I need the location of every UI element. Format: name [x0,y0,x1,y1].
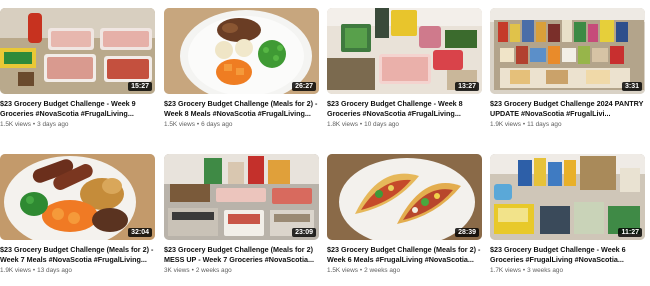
video-thumbnail[interactable]: 11:27 [490,154,645,240]
view-count: 3K views [164,267,190,274]
upload-age: 3 weeks ago [527,267,564,274]
view-count: 1.7K views [490,267,521,274]
view-count: 1.5K views [164,121,195,128]
upload-age: 2 weeks ago [195,267,232,274]
video-title[interactable]: $23 Grocery Budget Challenge (Meals for … [164,245,319,265]
video-thumbnail[interactable]: 28:39 [327,154,482,240]
video-card[interactable]: 3:31 $23 Grocery Budget Challenge 2024 P… [490,8,645,129]
video-thumbnail[interactable]: 13:27 [327,8,482,94]
video-title[interactable]: $23 Grocery Budget Challenge (Meals for … [0,245,155,265]
video-title[interactable]: $23 Grocery Budget Challenge 2024 PANTRY… [490,99,645,119]
video-duration: 15:27 [128,82,152,91]
video-card[interactable]: 15:27 $23 Grocery Budget Challenge - Wee… [0,8,155,129]
video-card[interactable]: 13:27 $23 Grocery Budget Challenge - Wee… [327,8,482,129]
video-card[interactable]: 23:09 $23 Grocery Budget Challenge (Meal… [164,154,319,275]
video-title[interactable]: $23 Grocery Budget Challenge (Meals for … [327,245,482,265]
upload-age: 3 days ago [37,121,69,128]
video-duration: 28:39 [455,228,479,237]
video-grid: 15:27 $23 Grocery Budget Challenge - Wee… [0,8,650,286]
video-meta: 3K views • 2 weeks ago [164,267,319,275]
video-meta: 1.5K views • 2 weeks ago [327,267,482,275]
video-meta: 1.7K views • 3 weeks ago [490,267,645,275]
view-count: 1.5K views [0,121,31,128]
video-duration: 26:27 [292,82,316,91]
video-card[interactable]: 28:39 $23 Grocery Budget Challenge (Meal… [327,154,482,275]
video-card[interactable]: 26:27 $23 Grocery Budget Challenge (Meal… [164,8,319,129]
view-count: 1.8K views [327,121,358,128]
pantry-update-thumbnail [490,8,645,94]
video-title[interactable]: $23 Grocery Budget Challenge - Week 6 Gr… [490,245,645,265]
video-meta: 1.8K views • 10 days ago [327,121,482,129]
upload-age: 6 days ago [201,121,233,128]
view-count: 1.9K views [0,267,31,274]
video-title[interactable]: $23 Grocery Budget Challenge (Meals for … [164,99,319,119]
video-duration: 11:27 [618,228,642,237]
view-count: 1.9K views [490,121,521,128]
video-thumbnail[interactable]: 15:27 [0,8,155,94]
upload-age: 2 weeks ago [364,267,401,274]
view-count: 1.5K views [327,267,358,274]
video-thumbnail[interactable]: 32:04 [0,154,155,240]
video-title[interactable]: $23 Grocery Budget Challenge - Week 8 Gr… [327,99,482,119]
video-thumbnail[interactable]: 23:09 [164,154,319,240]
video-card[interactable]: 32:04 $23 Grocery Budget Challenge (Meal… [0,154,155,275]
video-meta: 1.5K views • 3 days ago [0,121,155,129]
upload-age: 11 days ago [527,121,562,128]
video-meta: 1.5K views • 6 days ago [164,121,319,129]
video-duration: 13:27 [455,82,479,91]
video-meta: 1.9K views • 13 days ago [0,267,155,275]
video-duration: 32:04 [128,228,152,237]
video-meta: 1.9K views • 11 days ago [490,121,645,129]
upload-age: 10 days ago [364,121,399,128]
video-duration: 23:09 [292,228,316,237]
video-thumbnail[interactable]: 26:27 [164,8,319,94]
video-title[interactable]: $23 Grocery Budget Challenge - Week 9 Gr… [0,99,155,119]
video-duration: 3:31 [621,82,642,91]
video-thumbnail[interactable]: 3:31 [490,8,645,94]
upload-age: 13 days ago [37,267,72,274]
video-card[interactable]: 11:27 $23 Grocery Budget Challenge - Wee… [490,154,645,275]
